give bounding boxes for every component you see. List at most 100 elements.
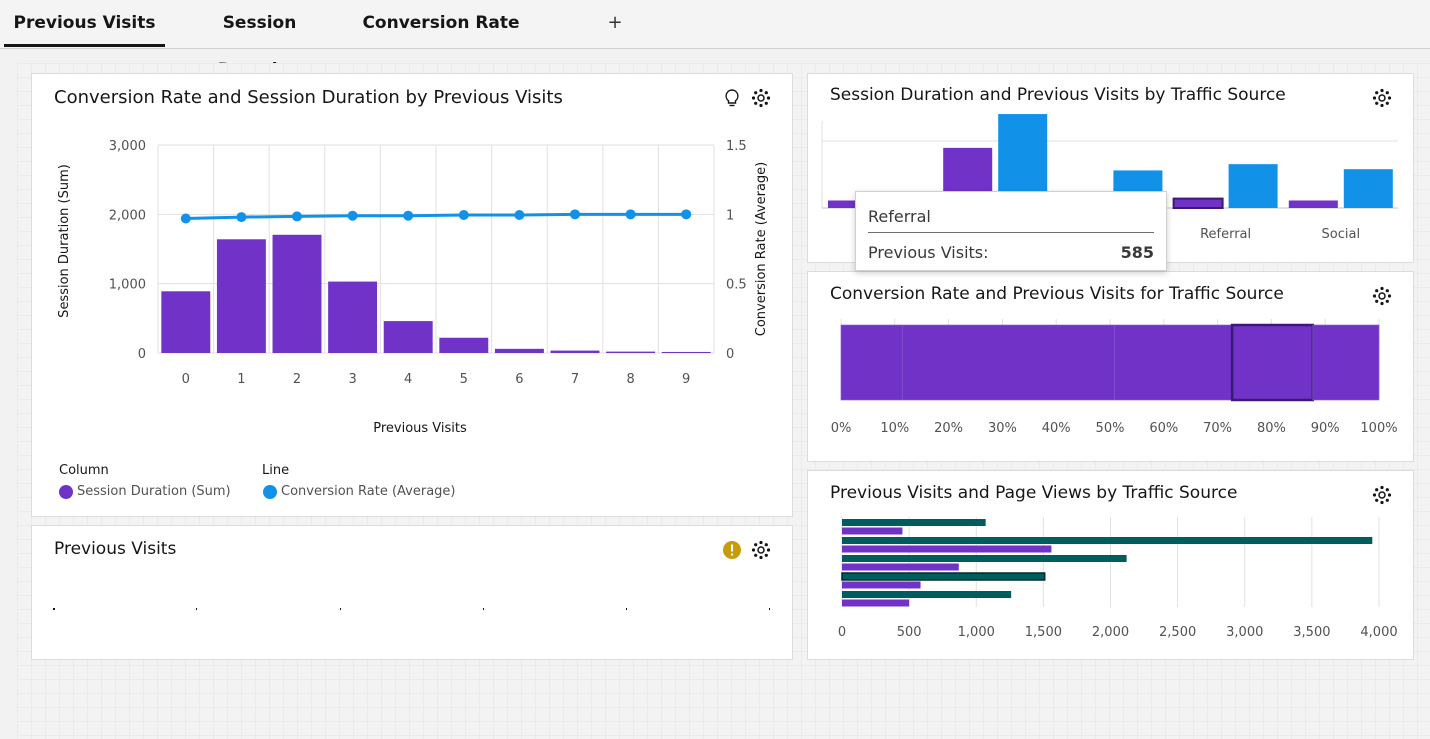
- line-point[interactable]: [347, 210, 358, 221]
- column-bar[interactable]: [328, 281, 378, 353]
- tooltip-label: Previous Visits:: [868, 243, 989, 262]
- x-tick-label: 3: [348, 372, 356, 387]
- x-tick-label: 500: [897, 625, 922, 640]
- chart-tooltip: Referral Previous Visits: 585: [855, 191, 1167, 271]
- x-tick-label: 100%: [1360, 421, 1397, 436]
- line-point[interactable]: [570, 209, 580, 220]
- warning-icon[interactable]: [722, 540, 742, 560]
- tab-previous-visits[interactable]: Previous Visits: [4, 0, 165, 47]
- stack-segment[interactable]: [1312, 324, 1380, 401]
- session-duration-bar[interactable]: [1228, 164, 1278, 208]
- x-tick-label: 4,000: [1360, 625, 1397, 640]
- tab-conversion-rate[interactable]: Conversion Rate: [360, 0, 522, 47]
- combo-chart[interactable]: 3,000 2,000 1,000 0 1.5 1 0.5 0 0 1 2 3 4 5 6 7 8 9 Previ…: [32, 74, 794, 454]
- x-tick-label: 2: [293, 372, 301, 387]
- x-tick-label: 0: [838, 625, 846, 640]
- settings-icon[interactable]: [751, 540, 771, 560]
- x-tick-label: 70%: [1203, 421, 1232, 436]
- column-bar[interactable]: [383, 321, 433, 353]
- x-tick-label: 30%: [988, 421, 1017, 436]
- previous-visits-bar[interactable]: [842, 563, 959, 571]
- y2-tick-label: 0.5: [726, 278, 747, 293]
- x-tick-label: 20%: [934, 421, 963, 436]
- y2-axis-title: Conversion Rate (Average): [754, 162, 769, 336]
- y-axis-title: Session Duration (Sum): [57, 164, 72, 318]
- x-tick-label: 7: [571, 372, 579, 387]
- stack-segment[interactable]: [902, 324, 1115, 401]
- y-tick-label: 3,000: [109, 139, 146, 154]
- y-tick-label: 2,000: [109, 208, 146, 223]
- column-bar[interactable]: [439, 337, 489, 353]
- page-views-bar[interactable]: [842, 537, 1373, 544]
- column-bar[interactable]: [550, 350, 600, 353]
- y2-tick-label: 0: [726, 347, 734, 362]
- stack-segment[interactable]: [1114, 324, 1233, 401]
- tooltip-title: Referral: [868, 207, 931, 226]
- x-tick-label: 60%: [1149, 421, 1178, 436]
- previous-visits-bar[interactable]: [842, 545, 1052, 553]
- previous-visits-bar[interactable]: [1288, 200, 1338, 208]
- y2-tick-label: 1: [726, 208, 734, 223]
- column-bar[interactable]: [661, 351, 711, 353]
- column-bar[interactable]: [494, 348, 544, 353]
- line-point[interactable]: [625, 209, 636, 220]
- page-views-bar[interactable]: [842, 519, 986, 526]
- x-tick-label: 40%: [1042, 421, 1071, 436]
- previous-visits-bar[interactable]: [842, 527, 903, 535]
- add-tab-button[interactable]: +: [604, 10, 626, 36]
- card-conversion-session-by-visits[interactable]: Conversion Rate and Session Duration by …: [31, 73, 793, 517]
- stacked-percent-chart[interactable]: 0% 10% 20% 30% 40% 50% 60% 70% 80% 90% 100%: [808, 272, 1415, 463]
- x-tick-label: 5: [460, 372, 468, 387]
- line-point[interactable]: [514, 210, 525, 221]
- legend-column-item[interactable]: Session Duration (Sum): [77, 484, 231, 499]
- line-point[interactable]: [292, 211, 302, 222]
- x-tick-label: 80%: [1257, 421, 1286, 436]
- x-tick-label: 9: [682, 372, 690, 387]
- legend-line-item[interactable]: Conversion Rate (Average): [281, 484, 455, 499]
- session-duration-bar[interactable]: [1343, 169, 1393, 208]
- page-views-bar[interactable]: [841, 572, 1046, 581]
- previous-visits-bar[interactable]: [842, 581, 921, 589]
- x-tick-label: Social: [1322, 227, 1361, 242]
- line-point[interactable]: [458, 210, 469, 221]
- page-views-bar[interactable]: [842, 555, 1127, 562]
- page-views-bar[interactable]: [842, 591, 1012, 598]
- stack-segment[interactable]: [1230, 323, 1315, 402]
- stack-segment[interactable]: [840, 324, 903, 401]
- x-tick-label: 10%: [880, 421, 909, 436]
- column-bar[interactable]: [216, 239, 266, 353]
- line-point[interactable]: [681, 209, 692, 220]
- horizontal-bar-chart[interactable]: 0 500 1,000 1,500 2,000 2,500 3,000 3,500 4,000: [808, 471, 1415, 661]
- x-tick-label: 2,000: [1092, 625, 1129, 640]
- x-tick-label: 90%: [1311, 421, 1340, 436]
- line-point[interactable]: [403, 210, 414, 221]
- card-visits-pageviews-traffic[interactable]: Previous Visits and Page Views by Traffi…: [807, 470, 1414, 660]
- previous-visits-bar[interactable]: [1172, 197, 1224, 209]
- x-tick-label: 6: [515, 372, 523, 387]
- column-bar[interactable]: [606, 351, 656, 353]
- legend-column-swatch: [59, 485, 73, 499]
- card-conversion-visits-traffic[interactable]: Conversion Rate and Previous Visits for …: [807, 271, 1414, 462]
- column-bar[interactable]: [161, 291, 211, 353]
- x-tick-label: 8: [626, 372, 634, 387]
- x-tick-label: Referral: [1200, 227, 1251, 242]
- x-axis-title: Previous Visits: [373, 421, 467, 436]
- tab-bar: Previous Visits Session Duration Convers…: [0, 0, 1430, 80]
- x-tick-label: 1,500: [1025, 625, 1062, 640]
- card-previous-visits[interactable]: Previous Visits: [31, 525, 793, 660]
- tab-session-duration[interactable]: Session Duration: [178, 0, 341, 80]
- x-tick-label: 0%: [831, 421, 852, 436]
- empty-axis-ticks: [53, 608, 770, 610]
- y2-tick-label: 1.5: [726, 139, 747, 154]
- x-tick-label: 2,500: [1159, 625, 1196, 640]
- column-bar[interactable]: [272, 234, 322, 353]
- x-tick-label: 1,000: [958, 625, 995, 640]
- card-title: Previous Visits: [54, 539, 177, 559]
- tooltip-divider: [868, 232, 1154, 233]
- x-tick-label: 3,500: [1293, 625, 1330, 640]
- line-point[interactable]: [236, 212, 247, 223]
- x-tick-label: 0: [182, 372, 190, 387]
- previous-visits-bar[interactable]: [842, 599, 910, 607]
- y-tick-label: 0: [138, 347, 146, 362]
- line-point[interactable]: [180, 213, 191, 224]
